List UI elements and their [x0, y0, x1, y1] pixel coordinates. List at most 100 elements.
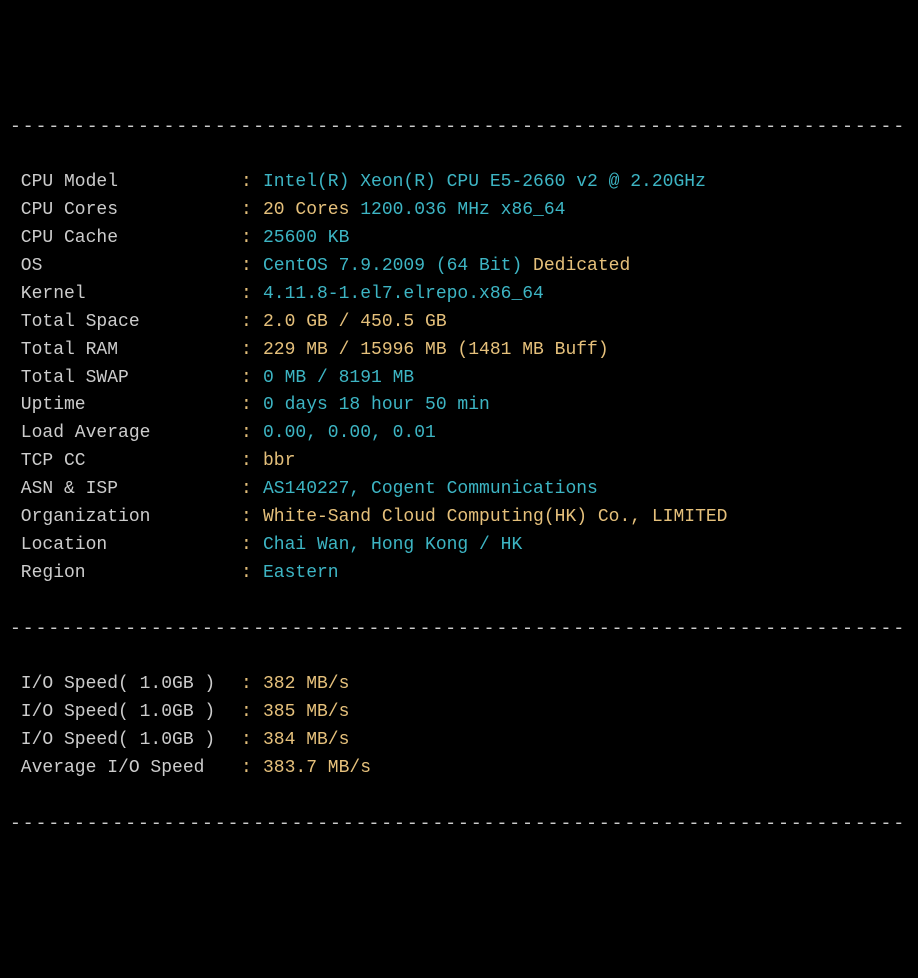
row-label: Total SWAP [10, 365, 241, 393]
row-label: Uptime [10, 392, 241, 420]
row-value: 4.11.8-1.el7.elrepo.x86_64 [263, 281, 544, 309]
info-row: CPU Model: Intel(R) Xeon(R) CPU E5-2660 … [10, 169, 908, 197]
row-value: 382 MB/s [263, 671, 349, 699]
value-part: 0 MB / 8191 MB [263, 368, 414, 388]
value-part: Dedicated [533, 256, 630, 276]
value-part: CentOS 7.9.2009 (64 Bit) [263, 256, 533, 276]
row-colon: : [241, 476, 263, 504]
info-row: I/O Speed( 1.0GB ): 385 MB/s [10, 699, 908, 727]
row-value: CentOS 7.9.2009 (64 Bit) Dedicated [263, 253, 630, 281]
row-value: Eastern [263, 560, 339, 588]
info-row: OS: CentOS 7.9.2009 (64 Bit) Dedicated [10, 253, 908, 281]
row-colon: : [241, 504, 263, 532]
value-part: 382 MB/s [263, 674, 349, 694]
info-row: Total SWAP: 0 MB / 8191 MB [10, 365, 908, 393]
row-label: CPU Model [10, 169, 241, 197]
row-label: Region [10, 560, 241, 588]
info-row: Location: Chai Wan, Hong Kong / HK [10, 532, 908, 560]
value-part: 4.11.8-1.el7.elrepo.x86_64 [263, 284, 544, 304]
value-part: Chai Wan, Hong Kong / HK [263, 535, 522, 555]
info-row: Total Space: 2.0 GB / 450.5 GB [10, 309, 908, 337]
divider-mid: ----------------------------------------… [10, 616, 908, 644]
row-colon: : [241, 392, 263, 420]
info-row: TCP CC: bbr [10, 448, 908, 476]
value-part: 385 MB/s [263, 702, 349, 722]
row-label: I/O Speed( 1.0GB ) [10, 727, 241, 755]
value-part: White-Sand Cloud Computing(HK) Co., LIMI… [263, 507, 727, 527]
info-row: CPU Cores: 20 Cores 1200.036 MHz x86_64 [10, 197, 908, 225]
row-label: I/O Speed( 1.0GB ) [10, 671, 241, 699]
info-row: I/O Speed( 1.0GB ): 382 MB/s [10, 671, 908, 699]
row-value: 0.00, 0.00, 0.01 [263, 420, 436, 448]
row-colon: : [241, 560, 263, 588]
value-part: AS140227, Cogent Communications [263, 479, 598, 499]
info-row: Total RAM: 229 MB / 15996 MB (1481 MB Bu… [10, 337, 908, 365]
info-row: ASN & ISP: AS140227, Cogent Communicatio… [10, 476, 908, 504]
row-label: Organization [10, 504, 241, 532]
row-value: AS140227, Cogent Communications [263, 476, 598, 504]
row-value: 2.0 GB / 450.5 GB [263, 309, 447, 337]
row-colon: : [241, 253, 263, 281]
row-value: White-Sand Cloud Computing(HK) Co., LIMI… [263, 504, 727, 532]
value-part: 229 MB / 15996 MB (1481 MB Buff) [263, 340, 609, 360]
value-part: 25600 KB [263, 228, 349, 248]
row-label: Average I/O Speed [10, 755, 241, 783]
info-row: Load Average: 0.00, 0.00, 0.01 [10, 420, 908, 448]
value-part: Intel(R) Xeon(R) CPU E5-2660 v2 @ 2.20GH… [263, 172, 706, 192]
divider-bottom: ----------------------------------------… [10, 811, 908, 839]
row-value: 25600 KB [263, 225, 349, 253]
value-part: bbr [263, 451, 295, 471]
row-label: Total Space [10, 309, 241, 337]
io-speed-block: I/O Speed( 1.0GB ): 382 MB/s I/O Speed( … [10, 671, 908, 783]
row-value: Chai Wan, Hong Kong / HK [263, 532, 522, 560]
row-value: 20 Cores 1200.036 MHz x86_64 [263, 197, 565, 225]
row-label: Load Average [10, 420, 241, 448]
row-colon: : [241, 197, 263, 225]
row-colon: : [241, 337, 263, 365]
value-part: 383.7 MB/s [263, 758, 371, 778]
value-part: 20 Cores [263, 200, 360, 220]
row-value: 384 MB/s [263, 727, 349, 755]
row-colon: : [241, 309, 263, 337]
value-part: 0 days 18 hour 50 min [263, 395, 490, 415]
row-label: Kernel [10, 281, 241, 309]
info-row: CPU Cache: 25600 KB [10, 225, 908, 253]
row-colon: : [241, 448, 263, 476]
value-part: Eastern [263, 563, 339, 583]
row-value: 0 days 18 hour 50 min [263, 392, 490, 420]
row-colon: : [241, 755, 263, 783]
system-info-block: CPU Model: Intel(R) Xeon(R) CPU E5-2660 … [10, 169, 908, 587]
value-part: 1200.036 MHz x86_64 [360, 200, 565, 220]
row-label: ASN & ISP [10, 476, 241, 504]
value-part: 0.00, 0.00, 0.01 [263, 423, 436, 443]
row-colon: : [241, 281, 263, 309]
row-label: CPU Cache [10, 225, 241, 253]
row-label: TCP CC [10, 448, 241, 476]
row-value: 385 MB/s [263, 699, 349, 727]
info-row: Kernel: 4.11.8-1.el7.elrepo.x86_64 [10, 281, 908, 309]
info-row: Average I/O Speed: 383.7 MB/s [10, 755, 908, 783]
row-colon: : [241, 671, 263, 699]
value-part: 384 MB/s [263, 730, 349, 750]
info-row: Organization: White-Sand Cloud Computing… [10, 504, 908, 532]
row-label: OS [10, 253, 241, 281]
row-colon: : [241, 727, 263, 755]
row-colon: : [241, 169, 263, 197]
value-part: 2.0 GB / 450.5 GB [263, 312, 447, 332]
row-colon: : [241, 699, 263, 727]
row-label: Location [10, 532, 241, 560]
row-value: 383.7 MB/s [263, 755, 371, 783]
row-colon: : [241, 532, 263, 560]
row-value: 0 MB / 8191 MB [263, 365, 414, 393]
row-value: Intel(R) Xeon(R) CPU E5-2660 v2 @ 2.20GH… [263, 169, 706, 197]
row-colon: : [241, 420, 263, 448]
info-row: Uptime: 0 days 18 hour 50 min [10, 392, 908, 420]
row-label: Total RAM [10, 337, 241, 365]
row-value: bbr [263, 448, 295, 476]
divider-top: ----------------------------------------… [10, 114, 908, 142]
row-colon: : [241, 365, 263, 393]
row-label: I/O Speed( 1.0GB ) [10, 699, 241, 727]
info-row: Region: Eastern [10, 560, 908, 588]
info-row: I/O Speed( 1.0GB ): 384 MB/s [10, 727, 908, 755]
row-colon: : [241, 225, 263, 253]
